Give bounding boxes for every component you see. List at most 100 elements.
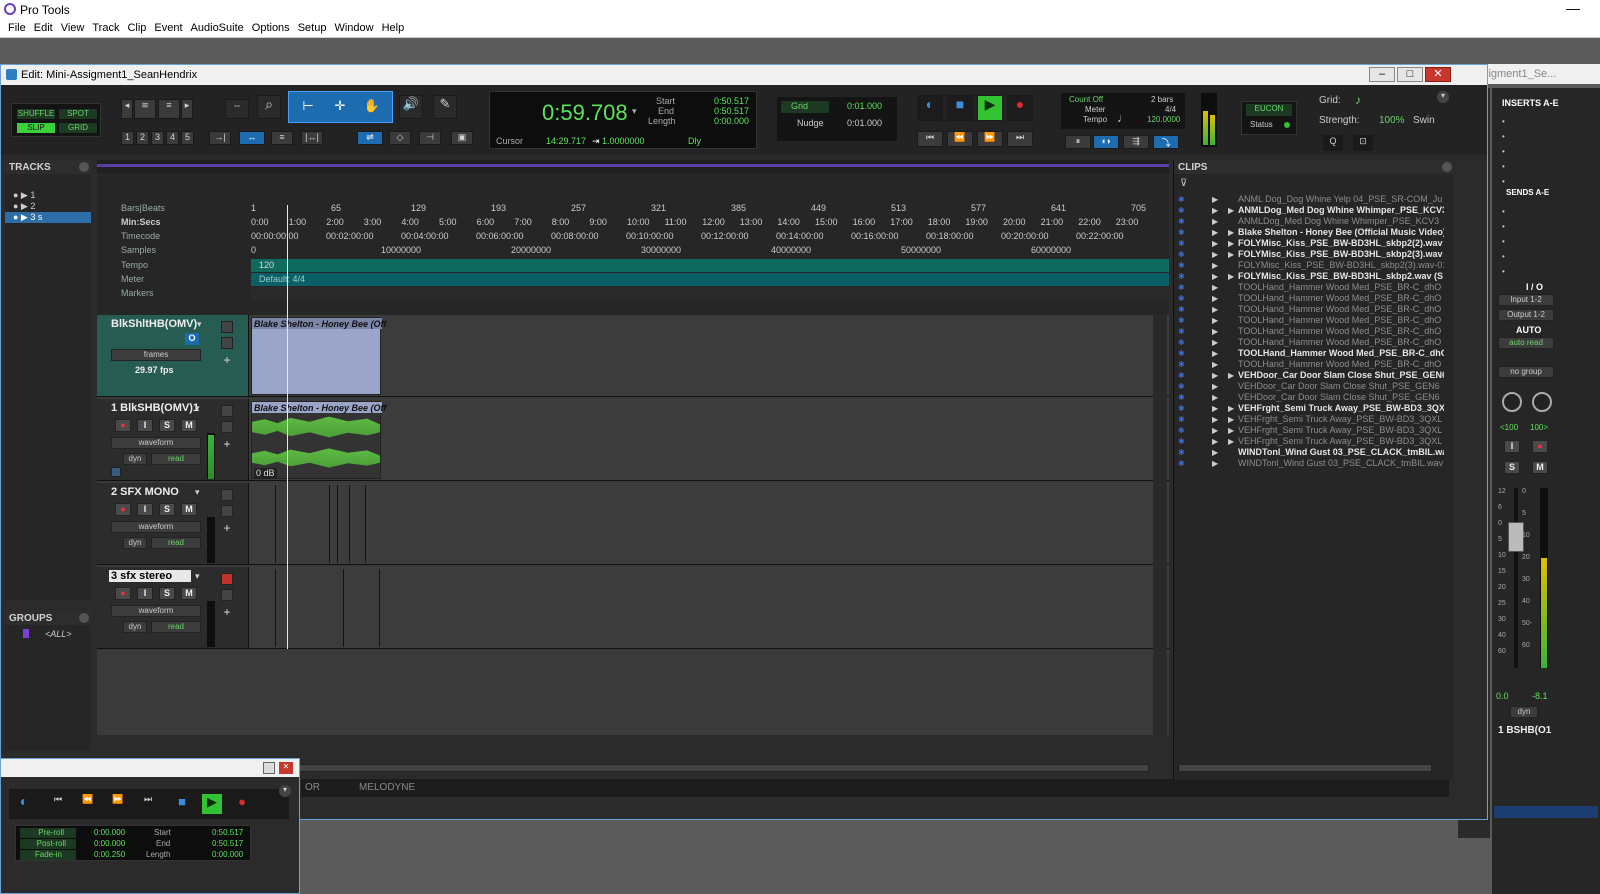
rewind-button[interactable]: ⏪: [77, 793, 99, 815]
sfx-clip-marker[interactable]: [275, 569, 276, 647]
groups-menu-icon[interactable]: [79, 613, 89, 623]
track-menu-icon[interactable]: ▾: [195, 571, 200, 582]
automation-selector[interactable]: read: [151, 621, 201, 633]
automation-selector[interactable]: read: [151, 453, 201, 465]
clip-list-item[interactable]: ✱ ▶ ANMLDog_Med Dog Whine Whimper_PSE_KCV3: [1174, 216, 1454, 227]
menu-options[interactable]: Options: [250, 20, 296, 37]
clip-list-item[interactable]: ✱ ▶ ▶ VEHDoor_Car Door Slam Close Shut_PSE_…: [1174, 370, 1454, 381]
zoom-out-icon[interactable]: ◂: [121, 99, 133, 119]
menu-audiosuite[interactable]: AudioSuite: [189, 20, 250, 37]
tracks-menu-icon[interactable]: [79, 162, 89, 172]
dyn-button[interactable]: dyn: [123, 621, 147, 633]
midi-zoom-icon[interactable]: ≡: [158, 99, 180, 119]
clip-list-item[interactable]: ✱ ▶ TOOLHand_Hammer Wood Med_PSE_BR-C_dhO: [1174, 348, 1454, 359]
link-track-edit-icon[interactable]: ≡: [271, 131, 293, 145]
meter-ruler[interactable]: Default: 4/4: [251, 273, 1169, 286]
expand-triangle-icon[interactable]: ▶: [1228, 404, 1234, 413]
sfx-clip-marker[interactable]: [365, 485, 366, 563]
expand-triangle-icon[interactable]: ▶: [1212, 448, 1218, 457]
bottom-tab-melodyne[interactable]: MELODYNE: [359, 782, 415, 793]
zoom-in-icon[interactable]: ▸: [181, 99, 193, 119]
expand-triangle-icon[interactable]: ▶: [1212, 327, 1218, 336]
mixer-dyn-button[interactable]: dyn: [1510, 706, 1538, 718]
add-lane-icon[interactable]: +: [221, 605, 233, 619]
rewind-button[interactable]: ⏪: [947, 131, 973, 147]
clip-list-item[interactable]: ✱ ▶ ▶ VEHFrght_Semi Truck Away_PSE_BW-BD3_3…: [1174, 403, 1454, 414]
expand-triangle-icon[interactable]: ▶: [1212, 404, 1218, 413]
start-value[interactable]: 0:50.517: [714, 96, 749, 106]
expand-triangle-icon[interactable]: ▶: [1212, 283, 1218, 292]
transport-start-value[interactable]: 0:50.517: [212, 828, 243, 837]
trim-tool-icon[interactable]: ⊢: [295, 98, 321, 118]
midi-input-icon[interactable]: ⤵: [1153, 135, 1179, 149]
fadein-value[interactable]: 0:00.250: [94, 850, 125, 859]
input-monitor-button[interactable]: I: [137, 587, 153, 600]
expand-triangle-icon[interactable]: ▶: [1212, 360, 1218, 369]
count-off-bars[interactable]: 2 bars: [1151, 95, 1173, 104]
track-toggle-icon[interactable]: [221, 573, 233, 585]
counter-dropdown-icon[interactable]: ▾: [632, 106, 637, 117]
pre-post-roll-icon[interactable]: ◖◗: [1093, 135, 1119, 149]
pencil-tool-icon[interactable]: ✎: [433, 95, 457, 119]
expand-triangle-icon[interactable]: ▶: [1212, 415, 1218, 424]
expand-triangle-icon[interactable]: ▶: [1212, 294, 1218, 303]
menu-view[interactable]: View: [59, 20, 91, 37]
fadein-button[interactable]: Fade-in: [20, 850, 76, 860]
postroll-value[interactable]: 0:00.000: [94, 839, 125, 848]
merge-icon[interactable]: ⇶: [1123, 135, 1149, 149]
menu-window[interactable]: Window: [332, 20, 379, 37]
track-list-item-2[interactable]: ● ▶ 2: [13, 201, 35, 212]
strength-value[interactable]: 100%: [1379, 115, 1405, 126]
clip-list-item[interactable]: ✱ ▶ ▶ FOLYMisc_Kiss_PSE_BW-BD3HL_skbp2(2).w…: [1174, 238, 1454, 249]
sfx-clip-marker[interactable]: [379, 569, 380, 647]
end-value[interactable]: 0:50.517: [714, 106, 749, 116]
view-selector[interactable]: waveform: [111, 605, 201, 617]
minimize-button[interactable]: —: [1566, 0, 1580, 16]
track-list-icon[interactable]: [221, 337, 233, 349]
expand-triangle-icon[interactable]: ▶: [1212, 338, 1218, 347]
clip-list-item[interactable]: ✱ ▶ TOOLHand_Hammer Wood Med_PSE_BR-C_dhO: [1174, 282, 1454, 293]
transport-end-value[interactable]: 0:50.517: [212, 839, 243, 848]
clip-list-item[interactable]: ✱ ▶ ▶ VEHFrght_Semi Truck Away_PSE_BW-BD3_3…: [1174, 414, 1454, 425]
bottom-tab-or[interactable]: OR: [305, 782, 320, 793]
audio-zoom-icon[interactable]: ≋: [134, 99, 156, 119]
track-name[interactable]: 3 sfx stereo: [109, 570, 191, 582]
play-button[interactable]: ▶: [201, 793, 223, 815]
expand-triangle-icon[interactable]: ▶: [1228, 426, 1234, 435]
automation-mode-selector[interactable]: auto read: [1498, 337, 1554, 349]
clip-list-item[interactable]: ✱ ▶ WINDTonl_Wind Gust 03_PSE_CLACK_tmBIL.…: [1174, 458, 1454, 469]
track-list-item-3[interactable]: ● ▶ 3 s: [5, 212, 91, 223]
track-menu-icon[interactable]: ▾: [197, 319, 202, 330]
preroll-value[interactable]: 0:00.000: [94, 828, 125, 837]
zoom-preset-5[interactable]: 5: [181, 131, 194, 145]
clip-list-item[interactable]: ✱ ▶ ▶ Blake Shelton - Honey Bee (Official M…: [1174, 227, 1454, 238]
count-off-button[interactable]: Count Off: [1069, 95, 1103, 104]
record-button[interactable]: ●: [231, 793, 253, 815]
clip-list-item[interactable]: ✱ ▶ ▶ ANMLDog_Med Dog Whine Whimper_PSE_KCV…: [1174, 205, 1454, 216]
fast-forward-button[interactable]: ⏩: [107, 793, 129, 815]
add-lane-icon[interactable]: +: [221, 353, 233, 367]
clip-list-item[interactable]: ✱ ▶ FOLYMisc_Kiss_PSE_BW-BD3HL_skbp2(3).wa…: [1174, 260, 1454, 271]
expand-triangle-icon[interactable]: ▶: [1212, 195, 1218, 204]
output-selector[interactable]: Output 1-2: [1498, 309, 1554, 321]
zoomer-mode-icon[interactable]: ⇔: [225, 99, 249, 119]
slip-mode-button[interactable]: SLIP: [16, 122, 56, 134]
scrubber-tool-icon[interactable]: 🔊: [399, 95, 423, 119]
menu-event[interactable]: Event: [152, 20, 188, 37]
mixer-record-button[interactable]: ●: [1532, 440, 1548, 453]
clip-list-item[interactable]: ✱ ▶ TOOLHand_Hammer Wood Med_PSE_BR-C_dhO: [1174, 359, 1454, 370]
tempo-value[interactable]: 120.0000: [1147, 115, 1180, 124]
expand-triangle-icon[interactable]: ▶: [1212, 437, 1218, 446]
clips-menu-icon[interactable]: [1442, 162, 1452, 172]
transport-length-value[interactable]: 0:00.000: [212, 850, 243, 859]
view-selector[interactable]: frames: [111, 349, 201, 361]
expand-triangle-icon[interactable]: ▶: [1212, 261, 1218, 270]
track-toggle-icon[interactable]: [221, 321, 233, 333]
dly-label[interactable]: Dly: [688, 136, 701, 146]
window-maximize-button[interactable]: □: [1397, 67, 1423, 82]
pan-left-knob-icon[interactable]: [1502, 392, 1522, 412]
go-to-end-button[interactable]: ⏭: [137, 793, 159, 815]
expand-triangle-icon[interactable]: ▶: [1228, 250, 1234, 259]
send-slots[interactable]: • • • • •: [1502, 204, 1505, 279]
expand-triangle-icon[interactable]: ▶: [1212, 316, 1218, 325]
